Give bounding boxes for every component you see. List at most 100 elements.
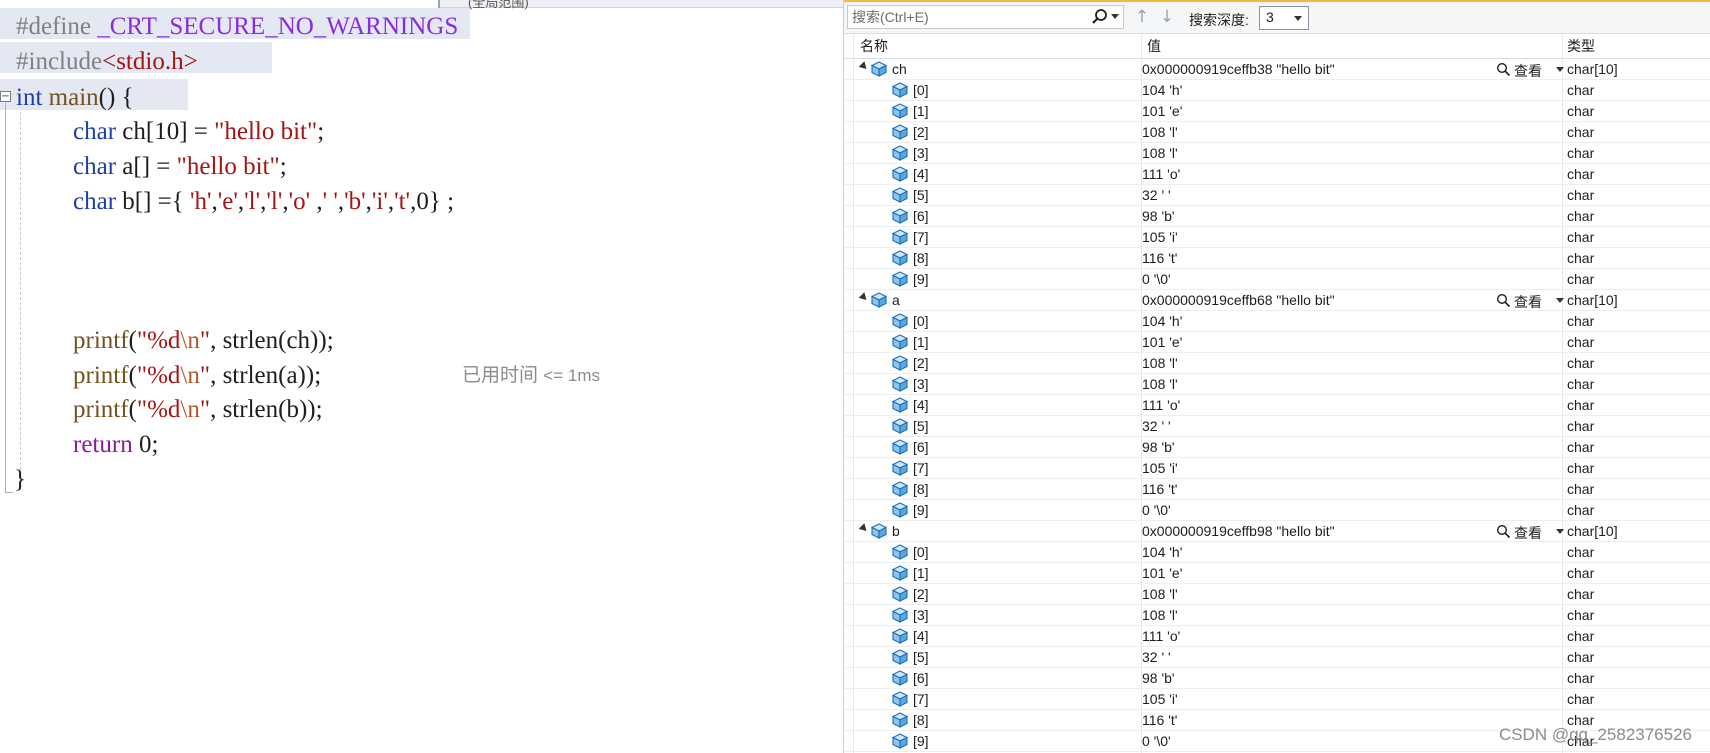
watch-row-b[interactable]: b 0x000000919ceffb98 "hello bit" 查看 char… <box>844 521 1710 542</box>
watch-child-row[interactable]: [7] 105 'i' char <box>844 689 1710 710</box>
chevron-down-icon[interactable] <box>1556 67 1564 72</box>
code-line-return[interactable]: return 0; <box>73 429 158 461</box>
watch-value[interactable]: 111 'o' <box>1142 628 1180 644</box>
code-line-6[interactable]: char b[] ={ 'h','e','l','l','o' ,' ','b'… <box>73 186 454 218</box>
variable-cube-icon <box>891 565 909 581</box>
watch-value[interactable]: 0 '\0' <box>1142 502 1171 518</box>
watch-child-row[interactable]: [7] 105 'i' char <box>844 458 1710 479</box>
watch-value[interactable]: 0 '\0' <box>1142 271 1171 287</box>
watch-type: char <box>1567 607 1595 623</box>
watch-child-row[interactable]: [9] 0 '\0' char <box>844 269 1710 290</box>
watch-child-row[interactable]: [6] 98 'b' char <box>844 206 1710 227</box>
watch-value[interactable]: 108 'l' <box>1142 586 1178 602</box>
watch-child-row[interactable]: [2] 108 'l' char <box>844 122 1710 143</box>
search-input[interactable] <box>848 6 1090 28</box>
watch-child-row[interactable]: [5] 32 ' ' char <box>844 416 1710 437</box>
column-header-type[interactable]: 类型 <box>1563 34 1710 58</box>
watch-child-row[interactable]: [6] 98 'b' char <box>844 668 1710 689</box>
perf-tip[interactable]: 已用时间 <= 1ms <box>462 360 600 387</box>
watch-child-row[interactable]: [5] 32 ' ' char <box>844 647 1710 668</box>
code-line-printf-b[interactable]: printf("%d\n", strlen(b)); <box>73 394 323 426</box>
watch-value[interactable]: 32 ' ' <box>1142 649 1171 665</box>
watch-child-row[interactable]: [0] 104 'h' char <box>844 311 1710 332</box>
watch-value[interactable]: 108 'l' <box>1142 376 1178 392</box>
watch-child-row[interactable]: [6] 98 'b' char <box>844 437 1710 458</box>
watch-value[interactable]: 0 '\0' <box>1142 733 1171 749</box>
watch-child-row[interactable]: [7] 105 'i' char <box>844 227 1710 248</box>
code-line-5[interactable]: char a[] = "hello bit"; <box>73 151 287 183</box>
watch-child-row[interactable]: [3] 108 'l' char <box>844 374 1710 395</box>
code-line-printf-ch[interactable]: printf("%d\n", strlen(ch)); <box>73 325 334 357</box>
watch-child-row[interactable]: [5] 32 ' ' char <box>844 185 1710 206</box>
watch-row-a[interactable]: a 0x000000919ceffb68 "hello bit" 查看 char… <box>844 290 1710 311</box>
watch-value[interactable]: 108 'l' <box>1142 124 1178 140</box>
watch-value[interactable]: 116 't' <box>1142 481 1177 497</box>
watch-child-row[interactable]: [3] 108 'l' char <box>844 605 1710 626</box>
watch-name: [7] <box>913 460 929 476</box>
watch-child-row[interactable]: [4] 111 'o' char <box>844 395 1710 416</box>
expand-toggle-icon[interactable] <box>858 292 870 303</box>
watch-child-row[interactable]: [0] 104 'h' char <box>844 80 1710 101</box>
watch-child-row[interactable]: [9] 0 '\0' char <box>844 500 1710 521</box>
watch-value[interactable]: 111 'o' <box>1142 166 1180 182</box>
watch-child-row[interactable]: [0] 104 'h' char <box>844 542 1710 563</box>
arrow-down-icon[interactable]: ↓ <box>1158 7 1176 27</box>
watch-child-row[interactable]: [8] 116 't' char <box>844 479 1710 500</box>
arrow-up-icon[interactable]: ↑ <box>1133 7 1151 27</box>
watch-child-row[interactable]: [1] 101 'e' char <box>844 332 1710 353</box>
watch-value[interactable]: 101 'e' <box>1142 565 1182 581</box>
code-line-close[interactable]: } <box>14 464 26 496</box>
watch-value[interactable]: 101 'e' <box>1142 334 1182 350</box>
watch-child-row[interactable]: [1] 101 'e' char <box>844 563 1710 584</box>
watch-child-row[interactable]: [2] 108 'l' char <box>844 584 1710 605</box>
watch-child-row[interactable]: [8] 116 't' char <box>844 248 1710 269</box>
watch-row-ch[interactable]: ch 0x000000919ceffb38 "hello bit" 查看 cha… <box>844 59 1710 80</box>
watch-child-row[interactable]: [2] 108 'l' char <box>844 353 1710 374</box>
column-header-value[interactable]: 值 <box>1142 34 1562 58</box>
watch-value[interactable]: 101 'e' <box>1142 103 1182 119</box>
code-line-4[interactable]: char ch[10] = "hello bit"; <box>73 116 324 148</box>
watch-value[interactable]: 108 'l' <box>1142 355 1178 371</box>
watch-value[interactable]: 111 'o' <box>1142 397 1180 413</box>
watch-value[interactable]: 116 't' <box>1142 250 1177 266</box>
visualizer-button[interactable]: 查看 <box>1494 60 1564 79</box>
watch-child-row[interactable]: [3] 108 'l' char <box>844 143 1710 164</box>
code-editor[interactable]: (全局范围) − #define _CRT_SECURE_NO_WARNINGS… <box>0 0 843 753</box>
chevron-down-icon[interactable] <box>1111 14 1119 19</box>
fold-toggle[interactable]: − <box>0 91 11 102</box>
visualizer-button[interactable]: 查看 <box>1494 291 1564 310</box>
visualizer-button[interactable]: 查看 <box>1494 522 1564 541</box>
watch-value[interactable]: 0x000000919ceffb68 "hello bit" <box>1142 292 1335 308</box>
watch-value[interactable]: 104 'h' <box>1142 82 1182 98</box>
watch-value[interactable]: 116 't' <box>1142 712 1177 728</box>
watch-value[interactable]: 108 'l' <box>1142 145 1178 161</box>
chevron-down-icon[interactable] <box>1556 529 1564 534</box>
watch-child-row[interactable]: [4] 111 'o' char <box>844 164 1710 185</box>
chevron-down-icon[interactable] <box>1556 298 1564 303</box>
column-header-name[interactable]: 名称 <box>844 34 1142 58</box>
watch-value[interactable]: 104 'h' <box>1142 544 1182 560</box>
search-icon[interactable] <box>1091 8 1109 26</box>
watch-value[interactable]: 98 'b' <box>1142 208 1175 224</box>
expand-toggle-icon[interactable] <box>858 61 870 72</box>
expand-toggle-icon[interactable] <box>858 523 870 534</box>
watch-value[interactable]: 0x000000919ceffb98 "hello bit" <box>1142 523 1335 539</box>
watch-child-row[interactable]: [1] 101 'e' char <box>844 101 1710 122</box>
watch-value[interactable]: 32 ' ' <box>1142 187 1171 203</box>
watch-value[interactable]: 105 'i' <box>1142 229 1178 245</box>
watch-value[interactable]: 0x000000919ceffb38 "hello bit" <box>1142 61 1335 77</box>
search-box[interactable] <box>847 5 1124 29</box>
watch-value[interactable]: 105 'i' <box>1142 460 1178 476</box>
watch-child-row[interactable]: [4] 111 'o' char <box>844 626 1710 647</box>
watch-value[interactable]: 32 ' ' <box>1142 418 1171 434</box>
watch-value[interactable]: 98 'b' <box>1142 670 1175 686</box>
watch-value[interactable]: 105 'i' <box>1142 691 1178 707</box>
code-line-1[interactable]: #define _CRT_SECURE_NO_WARNINGS <box>16 11 458 43</box>
search-depth-select[interactable]: 3 <box>1259 6 1309 30</box>
watch-value[interactable]: 98 'b' <box>1142 439 1175 455</box>
code-line-printf-a[interactable]: printf("%d\n", strlen(a)); <box>73 360 321 392</box>
watch-value[interactable]: 104 'h' <box>1142 313 1182 329</box>
watch-value[interactable]: 108 'l' <box>1142 607 1178 623</box>
code-line-3[interactable]: int main() { <box>16 82 134 114</box>
code-line-2[interactable]: #include<stdio.h> <box>16 46 198 78</box>
